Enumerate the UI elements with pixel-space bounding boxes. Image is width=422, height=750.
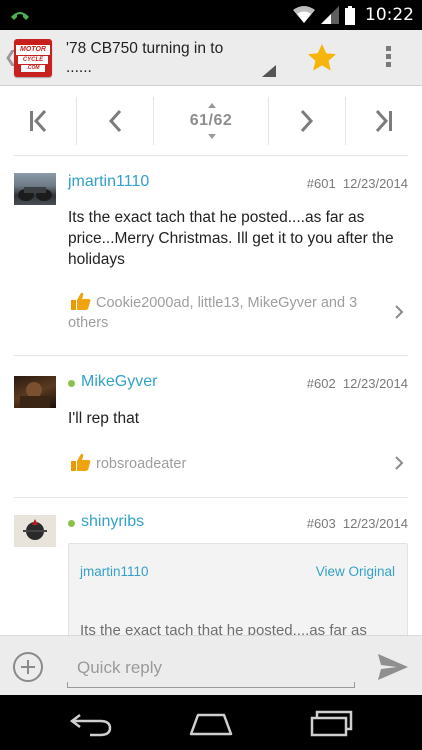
call-icon [11,12,29,20]
page-up-caret-icon [207,103,216,108]
signal-icon [321,6,339,24]
page-count-button[interactable]: 61/62 [154,97,268,145]
star-icon[interactable] [306,42,338,74]
recent-apps-icon[interactable] [308,709,354,737]
post-meta: #602 12/23/2014 [307,376,408,391]
thread-title-line2: ...... [66,59,92,76]
avatar[interactable] [14,515,56,547]
post-username[interactable]: shinyribs [81,513,144,531]
post-meta: #601 12/23/2014 [307,176,408,191]
chevron-right-icon [300,110,314,132]
post-date: 12/23/2014 [342,516,408,531]
add-attachment-icon[interactable] [12,651,44,683]
page-down-caret-icon [207,134,216,139]
status-bar: 10:22 [0,0,422,30]
clock: 10:22 [365,5,414,25]
overflow-menu-icon[interactable] [382,46,394,72]
last-page-button[interactable] [346,97,422,145]
back-icon[interactable] [68,709,114,737]
chevron-left-icon [108,110,122,132]
post-username[interactable]: MikeGyver [81,373,157,391]
last-page-icon [375,110,392,132]
send-icon[interactable] [377,653,409,681]
view-original-link[interactable]: View Original [316,564,395,579]
like-thumb-icon [71,453,91,471]
quick-reply-bar [0,635,422,695]
online-indicator [68,520,75,527]
avatar-image [18,187,52,201]
status-icons: 10:22 [293,4,414,26]
quote-username[interactable]: jmartin1110 [80,564,149,579]
next-page-button[interactable] [269,97,345,145]
battery-icon [345,5,355,25]
post: MikeGyver #602 12/23/2014 I'll rep that … [0,356,422,498]
home-icon[interactable] [188,709,234,737]
page-navigator: 61/62 [0,87,422,155]
post-date: 12/23/2014 [342,176,408,191]
likes-list[interactable]: Cookie2000ad, little13, MikeGyver and 3 … [68,293,388,333]
chevron-right-icon[interactable] [394,456,404,470]
chevron-right-icon[interactable] [394,305,404,319]
action-bar: ❮ MOTOR CYCLE .COM '78 CB750 turning in … [0,30,422,86]
system-navigation-bar [0,695,422,750]
thread-title-line1: '78 CB750 turning in to [66,40,224,57]
online-indicator [68,380,75,387]
forum-logo[interactable]: MOTOR CYCLE .COM [14,39,52,77]
spinner-triangle-icon[interactable] [262,65,276,77]
quick-reply-input[interactable] [67,648,355,688]
avatar-image [20,382,50,408]
post: jmartin1110 #601 12/23/2014 Its the exac… [0,156,422,356]
post-body: Its the exact tach that he posted....as … [68,209,394,268]
first-page-icon [30,110,47,132]
post-number: #602 [306,376,336,391]
likes-list[interactable]: robsroadeater [96,454,416,474]
quote-block: jmartin1110 View Original Its the exact … [68,543,408,640]
thread-title[interactable]: '78 CB750 turning in to ...... [66,39,266,77]
avatar[interactable] [14,376,56,408]
avatar-image [23,519,47,540]
post-body: I'll rep that [68,410,140,427]
post-username[interactable]: jmartin1110 [68,173,149,191]
page-count: 61/62 [189,112,233,129]
post-date: 12/23/2014 [342,376,408,391]
wifi-icon [293,6,315,23]
post-meta: #603 12/23/2014 [307,516,408,531]
post-number: #601 [306,176,336,191]
previous-page-button[interactable] [77,97,153,145]
avatar[interactable] [14,173,56,205]
post-number: #603 [306,516,336,531]
first-page-button[interactable] [0,97,76,145]
